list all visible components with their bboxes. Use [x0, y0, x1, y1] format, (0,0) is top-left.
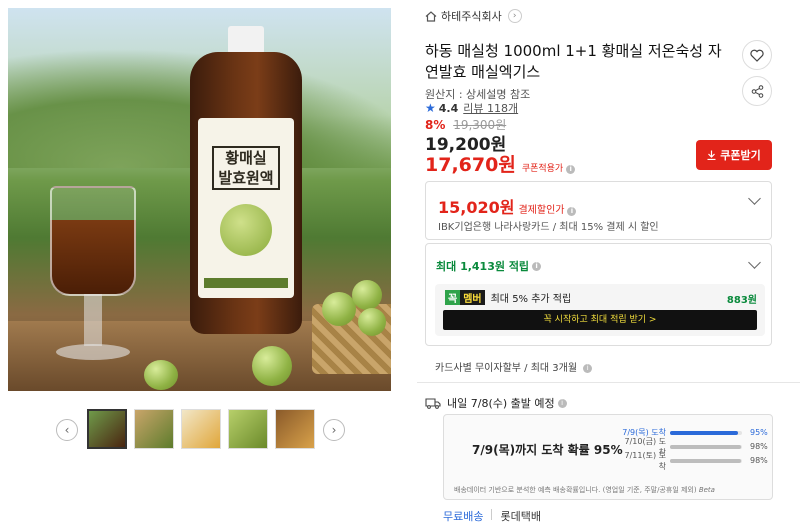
rating: ★ 4.4 리뷰 118개 [425, 100, 518, 116]
thumbnail-2[interactable] [134, 409, 174, 449]
delivery-note-text: 배송데이터 기반으로 분석한 예측 배송확률입니다. (영업일 기준, 주말/공… [454, 486, 697, 494]
delivery-probability-row: 7/11(토) 도착 98% [618, 451, 770, 471]
bottle-label-line2: 발효원액 [218, 169, 274, 187]
delivery-headline: 7/9(목)까지 도착 확률 95% [472, 443, 623, 457]
probability-bar-fill [670, 430, 739, 435]
probability-bar [670, 458, 742, 463]
card-installment-text: 카드사별 무이자할부 / 최대 3개월 [435, 363, 578, 374]
info-icon[interactable]: i [532, 261, 542, 271]
payment-discount-box[interactable]: 15,020원 결제할인가 i IBK기업은행 나라사랑카드 / 최대 15% … [425, 181, 772, 240]
beta-label: Beta [698, 486, 715, 494]
product-main-image: 황매실발효원액 [8, 8, 391, 391]
probability-bar-fill [670, 444, 741, 449]
delivery-percent: 98% [750, 456, 768, 465]
thumbnail-4[interactable] [228, 409, 268, 449]
points-label-row: 최대 1,413원 적립 i [436, 258, 542, 274]
probability-bar [670, 444, 742, 449]
thumbnail-3[interactable] [181, 409, 221, 449]
chevron-left-icon[interactable]: ‹ [56, 419, 78, 441]
probability-bar-fill [670, 458, 741, 463]
chevron-down-icon[interactable] [748, 256, 761, 269]
plum-image [358, 308, 386, 336]
delivery-schedule-row: 내일 7/8(수) 출발 예정 i [425, 395, 567, 411]
coupon-price-row: 17,670원 쿠폰적용가 i [425, 150, 576, 177]
chevron-right-icon: › [507, 9, 522, 23]
delivery-percent: 98% [750, 442, 768, 451]
member-badge-part2: 멤버 [460, 290, 485, 305]
plum-image [322, 292, 356, 326]
wishlist-button[interactable] [742, 40, 772, 70]
member-badge: 꼭 멤버 최대 5% 추가 적립 [445, 290, 572, 305]
truck-icon [425, 397, 441, 409]
member-benefit-text: 최대 5% 추가 적립 [490, 294, 572, 305]
delivery-schedule: 내일 7/8(수) 출발 예정 [447, 397, 555, 410]
probability-bar [670, 430, 742, 435]
share-icon [751, 84, 763, 98]
delivery-prediction-box: 7/9(목)까지 도착 확률 95% 7/9(목) 도착 95% 7/10(금) 도… [443, 414, 773, 500]
seller-link[interactable]: 하테주식회사 › [425, 7, 522, 25]
chevron-right-icon[interactable]: › [323, 419, 345, 441]
heart-icon [750, 49, 764, 62]
review-count-link[interactable]: 리뷰 118개 [463, 100, 518, 116]
delivery-date: 7/11(토) 도착 [624, 450, 666, 471]
share-button[interactable] [742, 76, 772, 106]
thumbnail-1[interactable] [87, 409, 127, 449]
coupon-download-button[interactable]: 쿠폰받기 [696, 140, 772, 170]
payment-discount-desc: IBK기업은행 나라사랑카드 / 최대 15% 결제 시 할인 [438, 222, 659, 233]
seller-name: 하테주식회사 [441, 10, 502, 23]
carrier-label: 롯데택배 [500, 510, 541, 523]
info-icon[interactable]: i [583, 363, 593, 373]
points-label: 최대 1,413원 적립 [436, 260, 530, 273]
product-title: 하동 매실청 1000ml 1+1 황매실 저온숙성 자연발효 매실엑기스 [425, 42, 722, 81]
card-installment-row: 카드사별 무이자할부 / 최대 3개월 i [435, 359, 593, 374]
delivery-percent: 95% [750, 428, 768, 437]
shipping-row: 무료배송 롯데택배 [443, 508, 541, 524]
star-icon: ★ [425, 101, 436, 115]
thumbnail-5[interactable] [275, 409, 315, 449]
bottle-label-line1: 황매실 [225, 149, 267, 167]
bottle-image: 황매실발효원액 [190, 26, 302, 334]
member-start-button[interactable]: 꼭 시작하고 최대 적립 받기 > [443, 310, 757, 330]
payment-discount-amount: 15,020원 [438, 198, 515, 217]
divider [417, 382, 800, 383]
info-icon[interactable]: i [557, 398, 567, 408]
rating-score: 4.4 [438, 101, 459, 115]
delivery-note: 배송데이터 기반으로 분석한 예측 배송확률입니다. (영업일 기준, 주말/공… [454, 485, 715, 495]
free-shipping-label: 무료배송 [443, 510, 484, 523]
coupon-button-label: 쿠폰받기 [720, 149, 761, 162]
chevron-down-icon[interactable] [748, 192, 761, 205]
info-icon[interactable]: i [566, 165, 576, 174]
plum-image [144, 360, 178, 390]
plum-image [252, 346, 292, 386]
info-icon[interactable]: i [567, 207, 577, 216]
coupon-price-tag: 쿠폰적용가 [521, 164, 564, 174]
home-icon [425, 10, 437, 22]
product-info-panel: 하테주식회사 › 하동 매실청 1000ml 1+1 황매실 저온숙성 자연발효… [417, 0, 800, 530]
plum-image [352, 280, 382, 310]
member-points: 883원 [726, 295, 757, 306]
payment-discount-amount-row: 15,020원 결제할인가 i [438, 194, 577, 218]
download-icon [707, 150, 716, 160]
member-benefit-box: 꼭 멤버 최대 5% 추가 적립 883원 꼭 시작하고 최대 적립 받기 > [435, 284, 765, 336]
payment-discount-label: 결제할인가 [518, 205, 565, 216]
member-badge-part1: 꼭 [445, 290, 461, 305]
coupon-price: 17,670원 [425, 154, 516, 176]
glass-cup-image [50, 186, 136, 376]
divider [491, 509, 493, 520]
